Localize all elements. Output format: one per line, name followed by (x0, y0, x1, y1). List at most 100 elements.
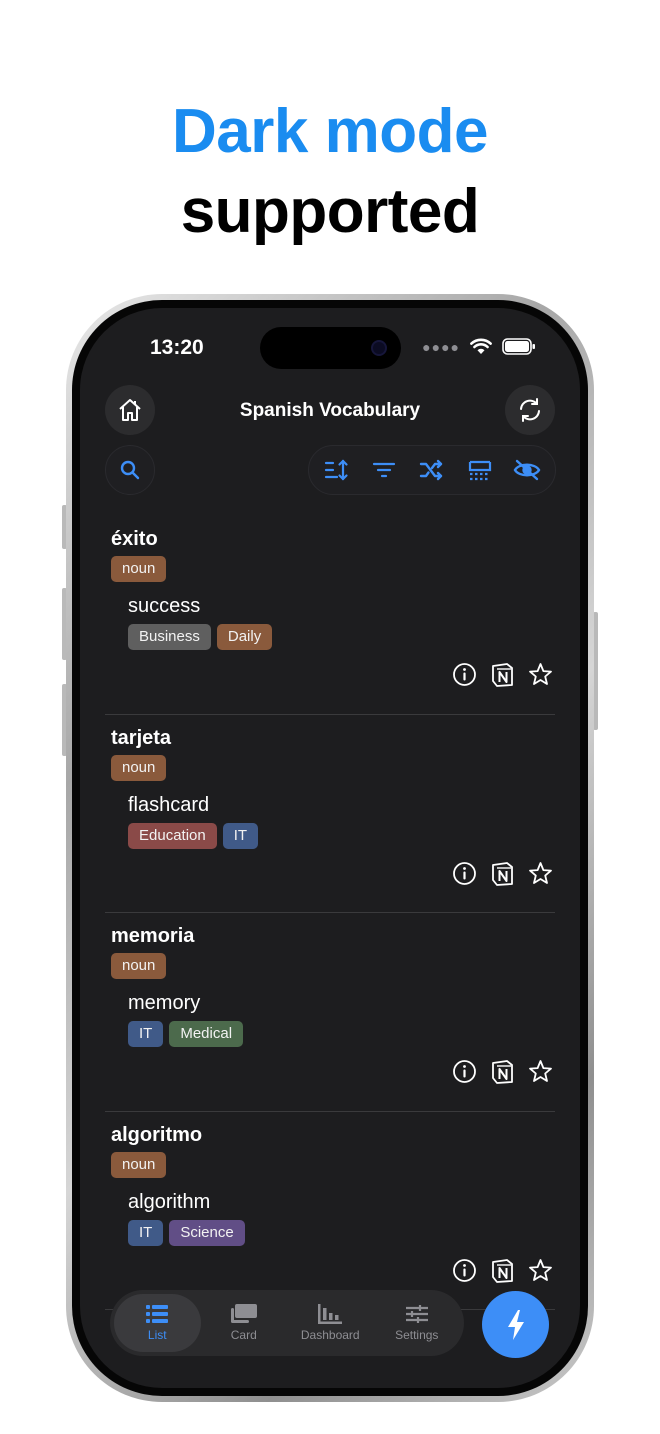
chart-icon (318, 1304, 343, 1324)
home-icon (119, 399, 141, 421)
tab-settings[interactable]: Settings (374, 1294, 461, 1352)
tag-list: IT Science (128, 1219, 245, 1246)
info-icon (453, 861, 476, 885)
tag-badge: Business (128, 624, 211, 650)
notion-icon (492, 1258, 513, 1283)
info-icon (453, 1258, 476, 1282)
entry-translation: flashcard (128, 793, 210, 816)
status-icons: ●●●● (422, 338, 536, 355)
tag-badge: IT (222, 822, 259, 849)
entry-translation: success (128, 595, 201, 617)
favorite-button[interactable] (528, 1258, 553, 1283)
info-icon (453, 1060, 476, 1083)
entry-actions (452, 662, 553, 687)
notion-icon (492, 1060, 513, 1084)
tag-badge: IT (128, 1219, 164, 1246)
list-item[interactable]: memoria noun memory IT Medical (105, 913, 555, 1112)
hide-translation-button[interactable] (510, 453, 544, 487)
hide-icon (513, 459, 541, 481)
shuffle-icon (419, 459, 443, 481)
status-time: 13:20 (150, 336, 204, 359)
sync-button[interactable] (505, 385, 555, 435)
list-icon (146, 1305, 169, 1323)
tab-bar: List Card Dashboard Settings (110, 1290, 464, 1356)
sliders-icon (405, 1305, 428, 1323)
tab-list-label: List (147, 1328, 167, 1342)
part-of-speech-badge: noun (111, 953, 167, 979)
favorite-button[interactable] (528, 1059, 553, 1084)
favorite-button[interactable] (528, 861, 553, 886)
tag-badge: Education (128, 822, 217, 849)
tag-list: Education IT (128, 822, 259, 849)
wifi-icon (470, 338, 492, 354)
part-of-speech-badge: noun (111, 1151, 167, 1178)
star-icon (529, 861, 552, 884)
tag-badge: Medical (169, 1021, 244, 1047)
headline-line-2: supported (180, 177, 480, 246)
tab-list[interactable]: List (114, 1294, 201, 1352)
bolt-icon (507, 1309, 524, 1340)
filter-icon (373, 462, 396, 478)
quiz-fab-button[interactable] (482, 1291, 549, 1358)
headline-line-1: Dark mode (172, 97, 488, 166)
home-button[interactable] (105, 385, 155, 435)
notion-button[interactable] (490, 861, 515, 886)
notion-icon (492, 663, 513, 687)
entry-translation: memory (128, 992, 201, 1014)
entry-translation: algorithm (128, 1190, 211, 1213)
tab-card-label: Card (230, 1328, 257, 1342)
sort-button[interactable] (320, 453, 354, 487)
entry-word: algoritmo (111, 1123, 203, 1146)
info-button[interactable] (452, 1059, 477, 1084)
star-icon (529, 663, 552, 685)
notion-button[interactable] (490, 1258, 515, 1283)
entry-word: éxito (111, 528, 158, 550)
notion-button[interactable] (490, 662, 515, 687)
part-of-speech-badge: noun (111, 754, 167, 781)
entry-word: memoria (111, 925, 195, 947)
cellular-dots-icon: ●●●● (422, 338, 460, 355)
star-icon (529, 1060, 552, 1082)
layout-icon (468, 460, 491, 481)
list-item[interactable]: éxito noun success Business Daily (105, 516, 555, 715)
list-item[interactable]: tarjeta noun flashcard Education IT (105, 715, 555, 913)
list-toolbar (308, 445, 556, 495)
entry-actions (452, 1059, 553, 1084)
search-icon (120, 460, 140, 480)
sync-icon (520, 398, 540, 422)
tab-dashboard[interactable]: Dashboard (287, 1294, 374, 1352)
tab-settings-label: Settings (395, 1328, 439, 1342)
part-of-speech-badge: noun (111, 556, 167, 582)
vocabulary-list: éxito noun success Business Daily tarjeta noun… (80, 516, 580, 1310)
camera-icon (371, 340, 387, 356)
info-button[interactable] (452, 662, 477, 687)
notion-icon (492, 861, 513, 886)
info-button[interactable] (452, 1258, 477, 1283)
favorite-button[interactable] (528, 662, 553, 687)
entry-actions (452, 1258, 553, 1283)
entry-word: tarjeta (111, 726, 172, 749)
star-icon (529, 1258, 552, 1281)
list-item[interactable]: algoritmo noun algorithm IT Science (105, 1112, 555, 1310)
shuffle-button[interactable] (415, 453, 449, 487)
tag-badge: IT (128, 1021, 164, 1047)
tab-dashboard-label: Dashboard (300, 1328, 360, 1342)
filter-button[interactable] (367, 453, 401, 487)
search-button[interactable] (105, 445, 155, 495)
sort-icon (324, 459, 348, 481)
cards-icon (230, 1304, 257, 1323)
tag-badge: Science (169, 1219, 245, 1246)
tag-badge: Daily (216, 624, 273, 650)
battery-icon (502, 338, 535, 355)
tag-list: Business Daily (128, 624, 273, 650)
tag-list: IT Medical (128, 1021, 244, 1047)
info-button[interactable] (452, 861, 477, 886)
notion-button[interactable] (490, 1059, 515, 1084)
phone-screen: 13:20 ●●●● Spanish Vocabulary éxito noun… (80, 308, 580, 1388)
info-icon (453, 663, 476, 686)
tab-card[interactable]: Card (201, 1294, 288, 1352)
entry-actions (452, 861, 553, 886)
page-title: Spanish Vocabulary (239, 400, 421, 421)
dynamic-island (260, 327, 401, 369)
layout-button[interactable] (463, 453, 497, 487)
